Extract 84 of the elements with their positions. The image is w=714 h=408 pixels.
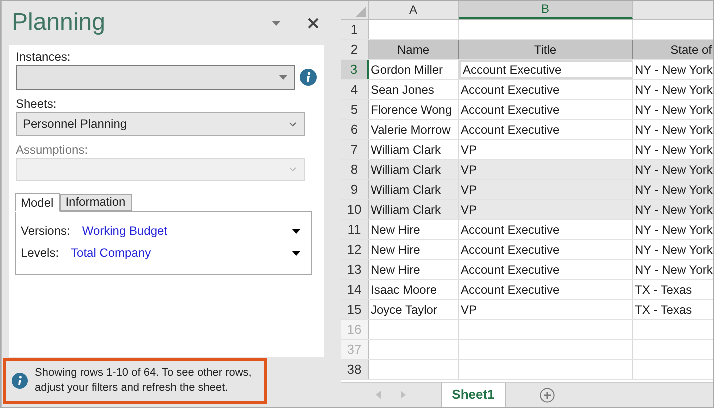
row-header[interactable]: 11 <box>341 220 369 239</box>
table-cell[interactable]: Sean Jones <box>369 80 459 99</box>
row-header[interactable]: 4 <box>341 80 369 99</box>
corner-triangle-icon <box>356 7 366 17</box>
instances-dropdown[interactable] <box>16 65 295 90</box>
table-cell[interactable]: William Clark <box>369 180 459 199</box>
row-header[interactable]: 1 <box>341 20 369 39</box>
table-cell[interactable]: New Hire <box>369 240 459 259</box>
table-cell[interactable]: William Clark <box>369 140 459 159</box>
tab[interactable]: Model <box>15 193 60 212</box>
table-cell[interactable]: Account Executive <box>459 60 633 79</box>
table-cell[interactable]: Account Executive <box>459 280 633 299</box>
dropdown-caret-icon <box>279 75 288 80</box>
table-cell[interactable]: Account Executive <box>459 220 633 239</box>
row-header[interactable]: 12 <box>341 240 369 259</box>
table-cell[interactable]: Isaac Moore <box>369 280 459 299</box>
tab[interactable]: Information <box>60 194 132 211</box>
field-label: Assumptions: <box>16 143 90 157</box>
table-cell[interactable]: NY - New York <box>633 260 713 279</box>
caret-icon <box>272 20 280 26</box>
field-value[interactable]: Total Company <box>71 244 292 262</box>
table-cell[interactable]: VP <box>459 140 633 159</box>
table-cell[interactable]: VP <box>459 300 633 319</box>
field-value[interactable]: Working Budget <box>82 222 292 240</box>
table-cell[interactable]: VP <box>459 160 633 179</box>
table-cell[interactable]: New Hire <box>369 260 459 279</box>
table-cell[interactable]: Account Executive <box>459 80 633 99</box>
table-cell[interactable]: State of <box>633 40 713 59</box>
row-header[interactable]: 5 <box>341 100 369 119</box>
row-header[interactable]: 15 <box>341 300 369 319</box>
assumptions-dropdown[interactable] <box>16 158 305 181</box>
table-cell[interactable]: VP <box>459 200 633 219</box>
row-header[interactable]: 13 <box>341 260 369 279</box>
table-cell[interactable]: Account Executive <box>459 120 633 139</box>
sheets-dropdown[interactable]: Personnel Planning <box>16 112 305 136</box>
row-header[interactable]: 2 <box>341 40 369 59</box>
table-cell[interactable]: William Clark <box>369 200 459 219</box>
table-cell[interactable]: NY - New York <box>633 120 713 139</box>
scroll-left-icon[interactable] <box>376 391 381 399</box>
table-cell[interactable]: NY - New York <box>633 200 713 219</box>
table-cell[interactable]: NY - New York <box>633 240 713 259</box>
table-cell[interactable]: NY - New York <box>633 80 713 99</box>
table-cell[interactable]: Account Executive <box>459 240 633 259</box>
table-cell[interactable]: Valerie Morrow <box>369 120 459 139</box>
table-cell[interactable]: William Clark <box>369 160 459 179</box>
table-cell[interactable]: NY - New York <box>633 100 713 119</box>
table-cell[interactable]: NY - New York <box>633 220 713 239</box>
table-cell[interactable]: TX - Texas <box>633 300 713 319</box>
table-cell[interactable]: Account Executive <box>459 100 633 119</box>
table-cell[interactable]: Florence Wong <box>369 100 459 119</box>
table-cell[interactable]: NY - New York <box>633 160 713 179</box>
dropdown-caret-icon <box>292 228 301 234</box>
chevron-icon <box>289 122 297 126</box>
table-cell[interactable]: NY - New York <box>633 140 713 159</box>
table-cell[interactable]: Title <box>459 40 633 59</box>
table-cell[interactable]: NY - New York <box>633 60 713 79</box>
table-cell[interactable]: Gordon Miller <box>369 60 459 79</box>
field-label: Versions: <box>21 223 70 240</box>
dropdown-caret-icon <box>292 250 301 256</box>
row-header[interactable]: 38 <box>341 360 369 379</box>
row-header[interactable]: 3 <box>341 60 369 79</box>
row-header[interactable]: 6 <box>341 120 369 139</box>
add-sheet-icon[interactable] <box>540 388 555 402</box>
close-icon <box>308 18 318 28</box>
table-cell[interactable]: TX - Texas <box>633 280 713 299</box>
field-label: Instances: <box>16 50 72 64</box>
table-cell[interactable]: Account Executive <box>459 260 633 279</box>
table-cell[interactable]: NY - New York <box>633 180 713 199</box>
info-icon <box>300 69 317 86</box>
chevron-icon <box>289 167 297 172</box>
table-cell[interactable]: Name <box>369 40 459 59</box>
info-icon <box>12 373 28 389</box>
field-label: Sheets: <box>16 97 58 111</box>
notice-text: Showing rows 1-10 of 64. To see other rows, adjust your filters and refresh the sheet. <box>35 366 253 396</box>
table-cell[interactable]: New Hire <box>369 220 459 239</box>
pane-title: Planning <box>12 8 106 38</box>
table-cell[interactable]: Joyce Taylor <box>369 300 459 319</box>
table-cell[interactable]: VP <box>459 180 633 199</box>
field-label: Levels: <box>21 245 60 262</box>
sheet-tab[interactable]: Sheet1 <box>442 383 506 407</box>
column-header[interactable]: B <box>459 1 633 19</box>
scroll-right-icon[interactable] <box>401 391 406 399</box>
row-header[interactable]: 7 <box>341 140 369 159</box>
row-header[interactable]: 14 <box>341 280 369 299</box>
